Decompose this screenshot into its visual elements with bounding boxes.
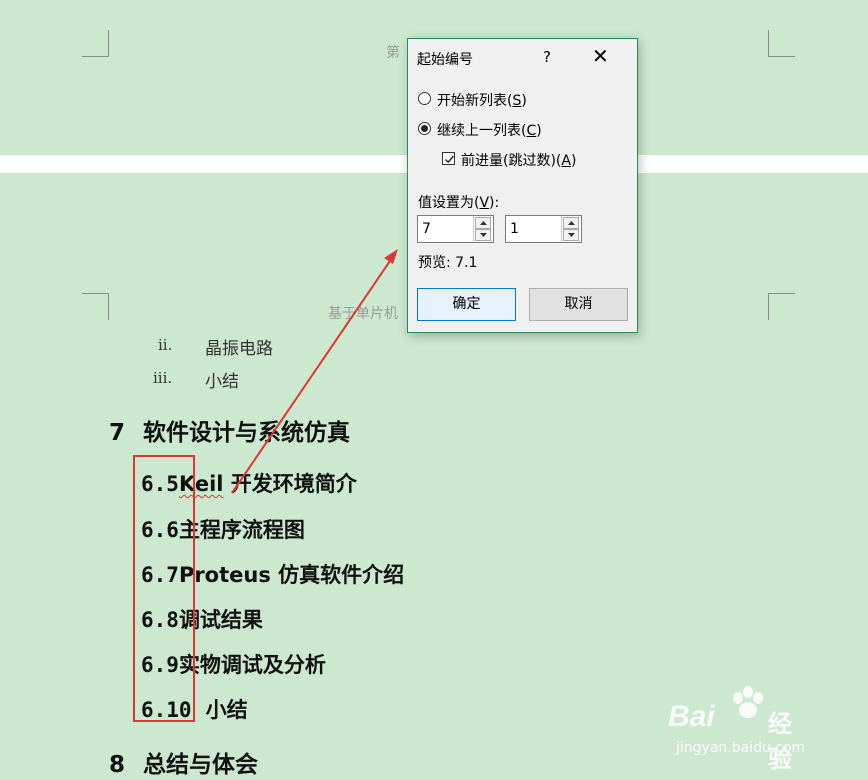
level-value-spinner[interactable]: 7 (417, 215, 494, 243)
chevron-down-icon (568, 233, 575, 237)
watermark-url: jingyan.baidu.com (676, 740, 806, 756)
ok-button[interactable]: 确定 (417, 288, 516, 321)
chevron-up-icon (568, 221, 575, 225)
spinner-value[interactable]: 1 (510, 221, 519, 237)
spin-down-button[interactable] (475, 229, 491, 241)
chevron-down-icon (480, 233, 487, 237)
value-set-label: 值设置为(V): (418, 195, 500, 211)
cancel-button[interactable]: 取消 (529, 288, 628, 321)
spin-up-button[interactable] (563, 217, 579, 229)
help-icon[interactable]: ? (543, 48, 551, 66)
watermark-brand: Bai (668, 700, 715, 733)
spinner-buttons (561, 216, 581, 242)
close-icon[interactable]: ✕ (592, 46, 609, 66)
radio-button-selected[interactable] (418, 122, 431, 135)
checkbox[interactable] (442, 152, 455, 165)
radio-button[interactable] (418, 92, 431, 105)
start-value-spinner[interactable]: 1 (505, 215, 582, 243)
radio-label: 开始新列表(S) (437, 93, 527, 109)
checkbox-label: 前进量(跳过数)(A) (461, 153, 577, 169)
preview-text: 预览: 7.1 (418, 255, 478, 271)
dialog-title: 起始编号 (417, 52, 473, 68)
spinner-value[interactable]: 7 (422, 221, 431, 237)
watermark-suffix: 经验 (768, 710, 792, 773)
chevron-up-icon (480, 221, 487, 225)
paw-icon (733, 686, 763, 718)
spin-up-button[interactable] (475, 217, 491, 229)
check-icon (445, 155, 455, 164)
start-numbering-dialog: 起始编号 ? ✕ 开始新列表(S) 继续上一列表(C) 前进量(跳过数)(A) … (407, 38, 638, 333)
radio-label: 继续上一列表(C) (437, 123, 542, 139)
spinner-buttons (473, 216, 493, 242)
checkbox-advance-value[interactable]: 前进量(跳过数)(A) (442, 150, 622, 169)
radio-start-new-list[interactable]: 开始新列表(S) (418, 90, 618, 109)
radio-continue-previous-list[interactable]: 继续上一列表(C) (418, 120, 618, 139)
spin-down-button[interactable] (563, 229, 579, 241)
